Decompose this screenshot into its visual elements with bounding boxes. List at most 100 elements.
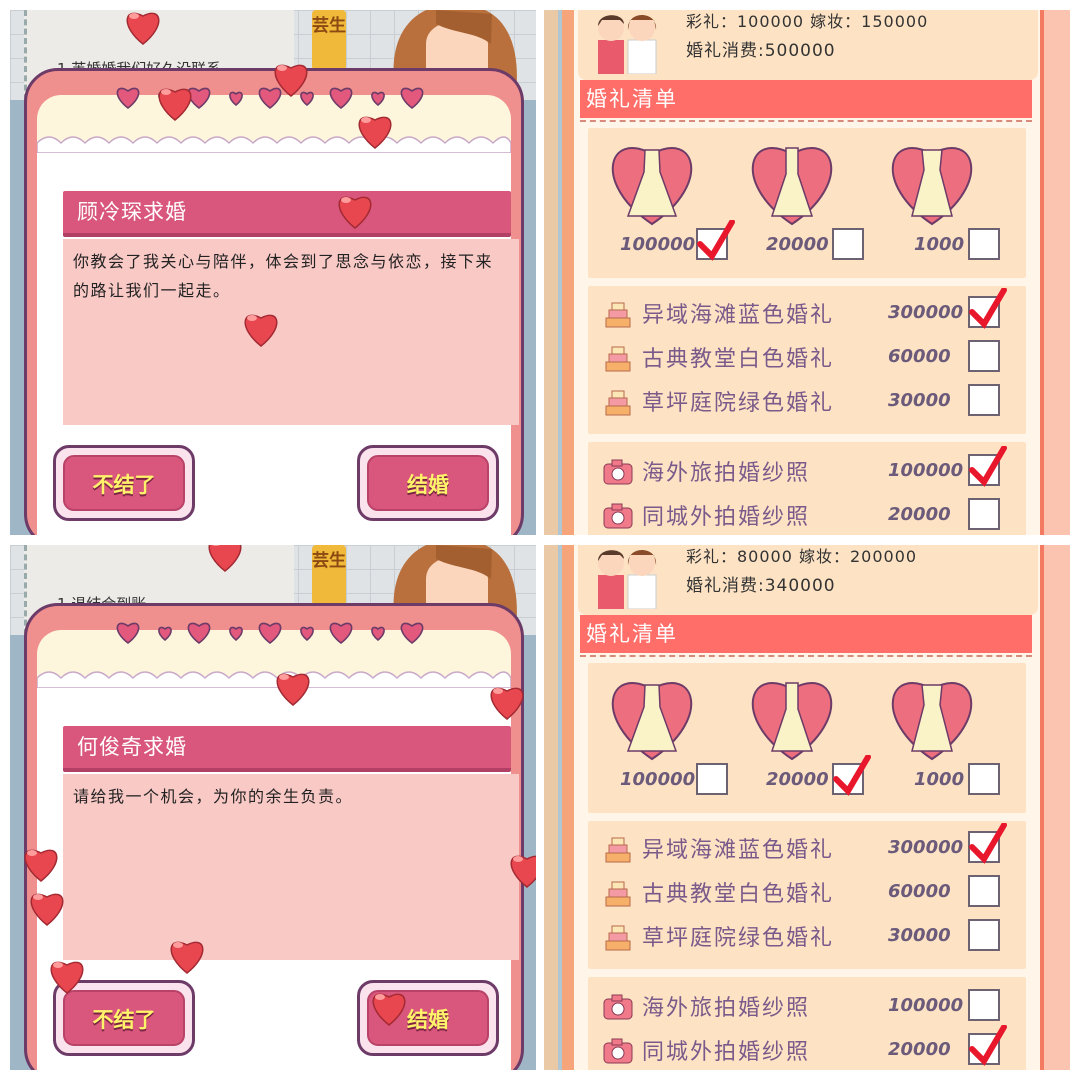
list-item: 海外旅拍婚纱照 100000 [588, 985, 1026, 1027]
list-item: 古典教堂白色婚礼 60000 [588, 871, 1026, 913]
venue-checkbox[interactable] [968, 384, 1000, 416]
photo-label: 同城外拍婚纱照 [642, 1040, 811, 1065]
venue-price: 300000 [888, 302, 964, 323]
floating-heart-icon [30, 893, 64, 926]
dress-price: 1000 [914, 234, 965, 255]
floating-heart-icon [24, 849, 58, 882]
cake-icon [605, 302, 631, 328]
wedding-cost: 婚礼消费:500000 [686, 41, 836, 61]
left-border [544, 10, 562, 535]
venue-price: 60000 [888, 346, 951, 367]
dress-checkbox[interactable] [832, 755, 871, 796]
dress-checkbox[interactable] [696, 220, 735, 261]
dress-icon [611, 682, 693, 761]
list-item: 草坪庭院绿色婚礼 30000 [588, 380, 1026, 422]
venue-price: 30000 [888, 390, 951, 411]
floating-heart-icon [338, 196, 372, 229]
floating-heart-icon [274, 64, 308, 97]
camera-icon [603, 994, 633, 1020]
checkmark-icon [833, 755, 871, 796]
floating-heart-icon [276, 673, 310, 706]
venue-checkbox[interactable] [968, 919, 1000, 951]
camera-icon [603, 503, 633, 529]
floating-heart-icon [244, 314, 278, 347]
dress-price: 100000 [620, 769, 696, 790]
dress-icon [751, 682, 833, 761]
marry-button[interactable]: 结婚 [357, 445, 499, 521]
photo-checkbox[interactable] [968, 1025, 1007, 1066]
dress-icon [891, 147, 973, 226]
cake-icon [605, 925, 631, 951]
venue-checkbox[interactable] [968, 875, 1000, 907]
list-item: 异域海滩蓝色婚礼 300000 [588, 288, 1026, 334]
photo-price: 20000 [888, 1039, 951, 1060]
name-tag: 芸生 [312, 10, 346, 70]
couple-avatar [598, 550, 657, 609]
floating-heart-icon [510, 855, 536, 888]
venue-label: 异域海滩蓝色婚礼 [642, 838, 835, 863]
cake-icon [605, 881, 631, 907]
photo-label: 海外旅拍婚纱照 [642, 996, 811, 1021]
photo-checkbox[interactable] [968, 498, 1000, 530]
venue-checkbox[interactable] [968, 823, 1007, 864]
wedding-cost: 婚礼消费:340000 [686, 576, 836, 596]
section-title: 婚礼清单 [580, 80, 1032, 118]
dialog-message: 你教会了我关心与陪伴，体会到了思念与依恋，接下来的路让我们一起走。 [63, 239, 519, 425]
floating-heart-icon [126, 12, 160, 45]
checkmark-icon [697, 220, 735, 261]
venue-price: 300000 [888, 837, 964, 858]
list-item: 同城外拍婚纱照 20000 [588, 494, 1026, 535]
venue-label: 古典教堂白色婚礼 [642, 347, 835, 372]
dress-checkbox[interactable] [696, 763, 728, 795]
venue-price: 60000 [888, 881, 951, 902]
venue-checkbox[interactable] [968, 340, 1000, 372]
dress-icon [751, 147, 833, 226]
photo-label: 同城外拍婚纱照 [642, 505, 811, 530]
cake-icon [605, 837, 631, 863]
wedding-checklist-screen-1: 彩礼：100000 嫁妆：150000 婚礼消费:500000 婚礼清单 100… [544, 10, 1070, 535]
proposal-screen-1: 1.芙婚婚我们好久没联系 芸生 顾冷琛求婚 你教会 [10, 10, 536, 535]
photo-label: 海外旅拍婚纱照 [642, 461, 811, 486]
marry-button-label: 结婚 [367, 455, 489, 511]
section-divider [580, 120, 1032, 122]
dress-options: 100000 20000 1000 [588, 663, 1026, 813]
wedding-stats: 彩礼：80000 嫁妆：200000 婚礼消费:340000 [578, 545, 1038, 615]
photo-price: 100000 [888, 460, 964, 481]
photo-price: 20000 [888, 504, 951, 525]
floating-heart-icon [372, 993, 406, 1026]
floating-heart-icon [170, 941, 204, 974]
dress-icon [611, 147, 693, 226]
list-item: 草坪庭院绿色婚礼 30000 [588, 915, 1026, 957]
dress-price: 100000 [620, 234, 696, 255]
list-item: 海外旅拍婚纱照 100000 [588, 446, 1026, 492]
dress-options: 100000 20000 1000 [588, 128, 1026, 278]
reject-button[interactable]: 不结了 [53, 445, 195, 521]
photo-checkbox[interactable] [968, 989, 1000, 1021]
dress-checkbox[interactable] [968, 763, 1000, 795]
checkmark-icon [969, 446, 1007, 487]
dialog-message: 请给我一个机会，为你的余生负责。 [63, 774, 519, 960]
floating-heart-icon [208, 545, 242, 572]
dialog-title: 顾冷琛求婚 [63, 191, 511, 237]
dress-checkbox[interactable] [832, 228, 864, 260]
venue-options: 异域海滩蓝色婚礼 300000 古典教堂白色婚礼 60000 草坪庭院绿色婚礼 … [588, 821, 1026, 969]
floating-heart-icon [490, 687, 524, 720]
photo-price: 100000 [888, 995, 964, 1016]
venue-label: 异域海滩蓝色婚礼 [642, 303, 835, 328]
section-divider [580, 655, 1032, 657]
reject-button-label: 不结了 [63, 455, 185, 511]
camera-icon [603, 1038, 633, 1064]
photo-checkbox[interactable] [968, 446, 1007, 487]
floating-heart-icon [158, 88, 192, 121]
list-item: 同城外拍婚纱照 20000 [588, 1025, 1026, 1070]
dress-checkbox[interactable] [968, 228, 1000, 260]
dowry-stats: 彩礼：80000 嫁妆：200000 [686, 547, 918, 566]
photo-options: 海外旅拍婚纱照 100000 同城外拍婚纱照 20000 [588, 442, 1026, 535]
proposal-dialog: 顾冷琛求婚 你教会了我关心与陪伴，体会到了思念与依恋，接下来的路让我们一起走。 … [24, 68, 524, 535]
name-tag: 芸生 [312, 545, 346, 605]
photo-options: 海外旅拍婚纱照 100000 同城外拍婚纱照 20000 [588, 977, 1026, 1070]
venue-checkbox[interactable] [968, 288, 1007, 329]
camera-icon [603, 459, 633, 485]
checkmark-icon [969, 823, 1007, 864]
list-item: 异域海滩蓝色婚礼 300000 [588, 823, 1026, 869]
